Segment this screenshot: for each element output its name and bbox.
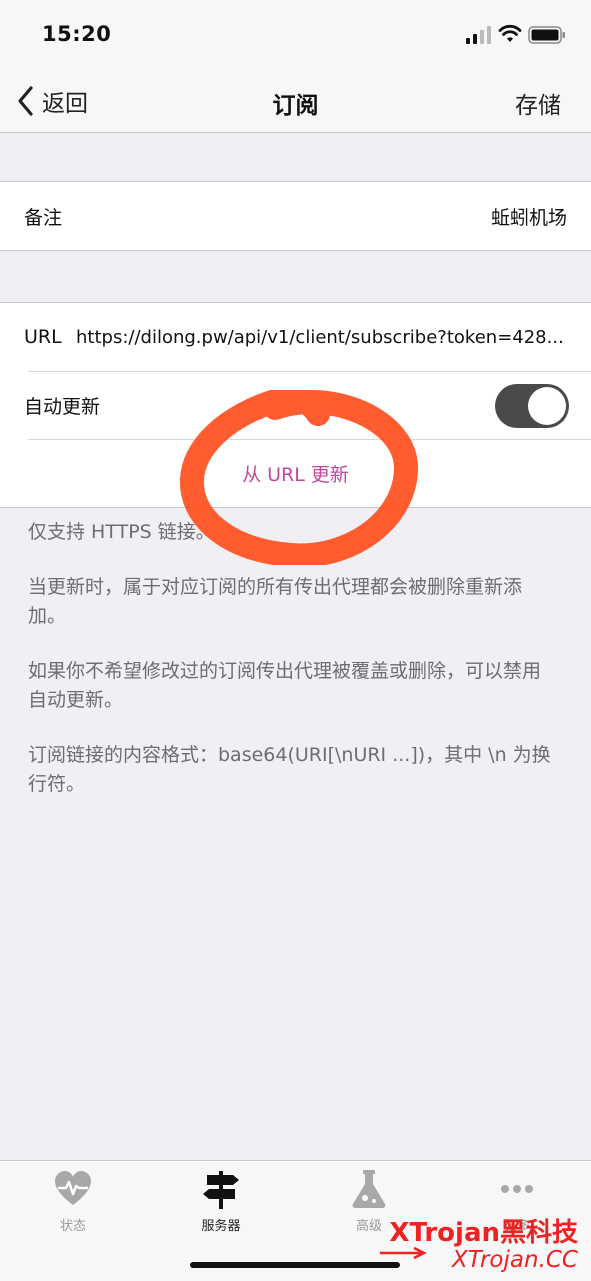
- navigation-bar: 返回 订阅 存储: [0, 70, 591, 133]
- battery-icon: [528, 26, 565, 44]
- note-update: 当更新时，属于对应订阅的所有传出代理都会被删除重新添加。: [28, 576, 523, 627]
- note-format: 订阅链接的内容格式：base64(URI[\nURI ...])，其中 \n 为…: [28, 744, 551, 795]
- flask-icon: [352, 1170, 386, 1208]
- cellular-signal-icon: [466, 26, 491, 44]
- auto-update-row: 自动更新: [0, 371, 591, 439]
- auto-update-toggle[interactable]: [495, 384, 569, 428]
- watermark: XTrojan黑科技 XTrojan.CC: [378, 1212, 578, 1273]
- watermark-brand: XTrojan黑科技: [389, 1218, 578, 1248]
- url-row[interactable]: URL https://dilong.pw/api/v1/client/subs…: [0, 303, 591, 371]
- remark-section: 备注 蚯蚓机场: [0, 181, 591, 251]
- save-button[interactable]: 存储: [515, 86, 561, 120]
- update-from-url-row[interactable]: 从 URL 更新: [0, 439, 591, 507]
- tab-servers[interactable]: 服务器: [171, 1169, 271, 1234]
- update-from-url-button[interactable]: 从 URL 更新: [242, 460, 349, 487]
- tab-servers-label: 服务器: [201, 1219, 241, 1234]
- arrow-right-icon: [380, 1246, 427, 1260]
- remark-label: 备注: [24, 206, 63, 229]
- heart-pulse-icon: [55, 1171, 91, 1205]
- url-field[interactable]: https://dilong.pw/api/v1/client/subscrib…: [76, 327, 571, 348]
- auto-update-label: 自动更新: [24, 395, 101, 418]
- signpost-icon: [203, 1171, 239, 1209]
- subscription-section: URL https://dilong.pw/api/v1/client/subs…: [0, 302, 591, 508]
- footer-notes: 仅支持 HTTPS 链接。 当更新时，属于对应订阅的所有传出代理都会被删除重新添…: [28, 518, 558, 825]
- remark-row[interactable]: 备注 蚯蚓机场: [0, 182, 591, 250]
- url-label: URL: [24, 326, 62, 348]
- note-disable: 如果你不希望修改过的订阅传出代理被覆盖或删除，可以禁用自动更新。: [28, 660, 542, 711]
- remark-value[interactable]: 蚯蚓机场: [491, 203, 567, 230]
- tab-status[interactable]: 状态: [23, 1169, 123, 1234]
- more-dots-icon: [501, 1185, 533, 1193]
- wifi-icon: [498, 24, 522, 42]
- toggle-knob: [528, 387, 566, 425]
- home-indicator[interactable]: [190, 1262, 400, 1268]
- status-bar: 15:20: [0, 0, 591, 70]
- page-title: 订阅: [272, 93, 319, 119]
- tab-status-label: 状态: [59, 1219, 86, 1234]
- note-https: 仅支持 HTTPS 链接。: [28, 521, 215, 543]
- status-time: 15:20: [42, 22, 112, 46]
